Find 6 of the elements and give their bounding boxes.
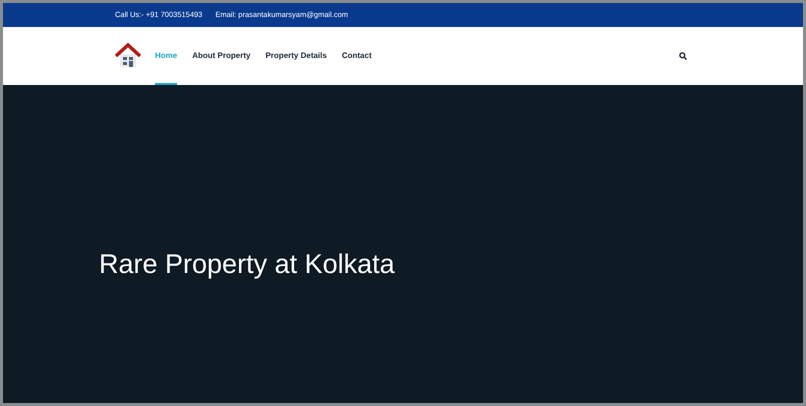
house-logo-icon: [114, 42, 142, 70]
nav-link[interactable]: Property Details: [265, 27, 327, 85]
nav-link[interactable]: About Property: [192, 27, 250, 85]
nav-link[interactable]: Contact: [342, 27, 372, 85]
hero-title: Rare Property at Kolkata: [99, 248, 395, 281]
search-icon[interactable]: [679, 52, 687, 60]
